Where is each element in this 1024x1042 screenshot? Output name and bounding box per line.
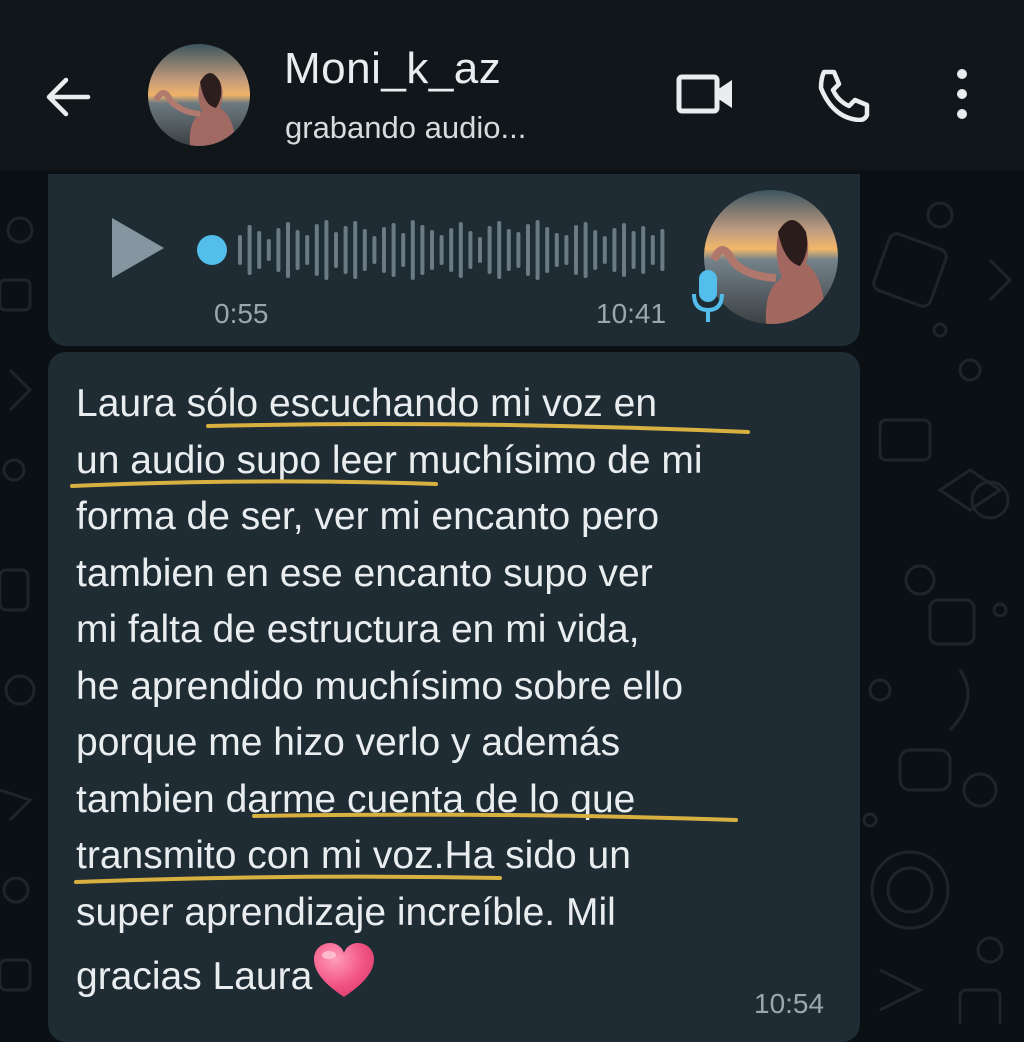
waveform-bar bbox=[545, 227, 550, 273]
waveform-bar bbox=[295, 230, 300, 270]
audio-waveform[interactable] bbox=[190, 208, 670, 288]
waveform-bar bbox=[458, 222, 463, 278]
contact-name[interactable]: Moni_k_az bbox=[284, 44, 501, 94]
message-line: mi falta de estructura en mi vida, bbox=[76, 608, 640, 651]
waveform-bar bbox=[410, 220, 415, 280]
back-arrow-icon[interactable] bbox=[40, 70, 94, 124]
waveform-bar bbox=[583, 222, 588, 278]
waveform-bar bbox=[612, 228, 617, 272]
waveform-bar bbox=[343, 226, 348, 274]
waveform-bar bbox=[650, 235, 655, 265]
contact-status: grabando audio... bbox=[285, 110, 527, 145]
message-line: Laura sólo escuchando mi voz en bbox=[76, 382, 658, 425]
waveform-bar bbox=[516, 232, 521, 268]
waveform-bar bbox=[526, 224, 530, 276]
waveform-bar bbox=[353, 221, 358, 279]
chat-header: Moni_k_az grabando audio... bbox=[0, 0, 1024, 170]
message-line: tambien en ese encanto supo ver bbox=[76, 551, 653, 595]
waveform-bar bbox=[238, 235, 242, 265]
message-line: tambien darme cuenta de lo que bbox=[76, 777, 636, 821]
waveform-bar bbox=[554, 233, 559, 267]
waveform-bar bbox=[497, 221, 502, 279]
waveform-bar bbox=[362, 229, 367, 271]
waveform-bar bbox=[487, 226, 492, 274]
waveform-bar bbox=[430, 230, 434, 270]
waveform-bar bbox=[334, 232, 338, 268]
waveform-bar bbox=[506, 229, 511, 271]
waveform-bar bbox=[391, 223, 396, 277]
phone-icon[interactable] bbox=[810, 66, 874, 122]
waveform-bar bbox=[247, 225, 252, 275]
message-line: porque me hizo verlo y además bbox=[76, 721, 621, 764]
waveform-bar bbox=[401, 233, 406, 267]
waveform-bar bbox=[286, 222, 290, 278]
waveform-bar bbox=[602, 236, 607, 264]
waveform-bar bbox=[439, 235, 444, 265]
video-call-icon[interactable] bbox=[674, 66, 738, 122]
text-message-bubble: Laura sólo escuchando mi voz en un audio… bbox=[48, 352, 860, 1042]
contact-avatar[interactable] bbox=[148, 44, 250, 146]
waveform-bar bbox=[535, 220, 540, 280]
waveform-bar bbox=[564, 235, 569, 265]
waveform-bar bbox=[257, 231, 262, 269]
waveform-bar bbox=[382, 227, 386, 273]
message-line: transmito con mi voz.Ha sido un bbox=[76, 834, 631, 877]
play-icon[interactable] bbox=[104, 210, 170, 286]
microphone-icon bbox=[692, 270, 724, 322]
more-vert-icon[interactable] bbox=[938, 66, 986, 122]
waveform-bar bbox=[449, 228, 454, 272]
voice-timestamp: 10:41 bbox=[596, 298, 667, 329]
waveform-bar bbox=[266, 239, 271, 261]
waveform-bar bbox=[372, 236, 377, 264]
message-timestamp: 10:54 bbox=[754, 988, 825, 1019]
waveform-bar bbox=[276, 228, 281, 272]
waveform-bar bbox=[324, 220, 329, 280]
waveform-bar bbox=[468, 231, 473, 269]
waveform-bar bbox=[314, 224, 319, 276]
waveform-bar bbox=[622, 223, 626, 277]
waveform-bar bbox=[593, 230, 598, 270]
waveform-bar bbox=[305, 235, 310, 265]
pink-heart-emoji bbox=[314, 943, 375, 997]
waveform-bar bbox=[574, 225, 578, 275]
waveform-bar bbox=[641, 226, 646, 274]
waveform-bar bbox=[631, 231, 636, 269]
waveform-bar bbox=[478, 237, 482, 263]
message-line: forma de ser, ver mi encanto pero bbox=[76, 495, 660, 538]
voice-duration: 0:55 bbox=[214, 298, 269, 329]
waveform-bar bbox=[420, 225, 425, 275]
message-text: Laura sólo escuchando mi voz en un audio… bbox=[76, 376, 836, 1006]
playhead[interactable] bbox=[197, 235, 227, 265]
voice-message-bubble: 0:55 10:41 bbox=[48, 174, 860, 346]
waveform-bar bbox=[660, 229, 665, 271]
message-line: gracias Laura bbox=[76, 955, 313, 998]
message-line: he aprendido muchísimo sobre ello bbox=[76, 664, 684, 708]
message-line: super aprendizaje increíble. Mil bbox=[76, 890, 616, 934]
message-line: un audio supo leer muchísimo de mi bbox=[76, 438, 703, 482]
